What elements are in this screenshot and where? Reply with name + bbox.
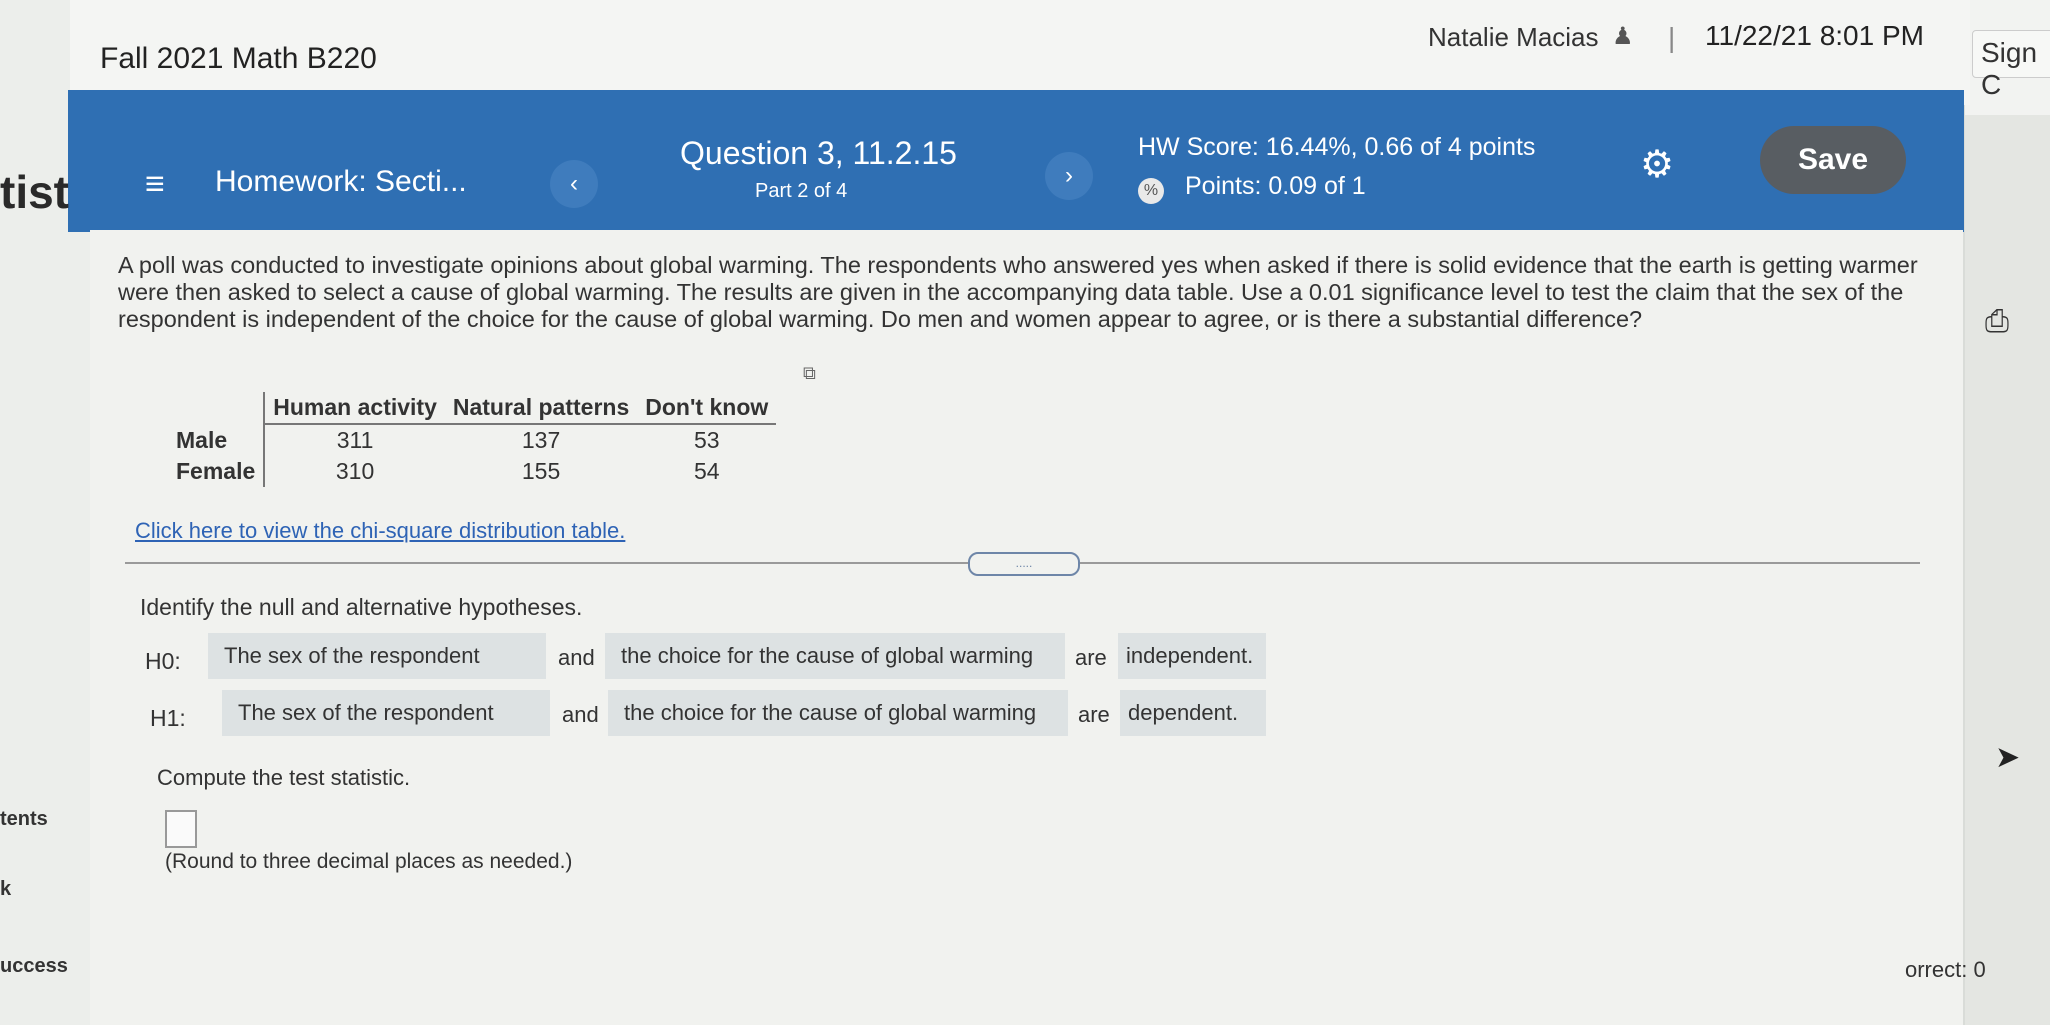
table-header-cell: Human activity	[264, 392, 445, 425]
divider-drag-handle[interactable]: .....	[968, 552, 1080, 576]
table-header-cell: Natural patterns	[444, 392, 638, 425]
background-text-success: uccess	[0, 955, 68, 977]
user-name: Natalie Macias	[1428, 22, 1599, 52]
gear-icon[interactable]: ⚙	[1640, 142, 1674, 187]
user-icon: ♟	[1612, 23, 1634, 50]
question-content-panel	[90, 230, 1963, 1025]
chi-square-table-link[interactable]: Click here to view the chi-square distri…	[135, 518, 625, 544]
question-text: A poll was conducted to investigate opin…	[118, 252, 1918, 332]
compute-instruction: Compute the test statistic.	[157, 765, 411, 790]
h1-and-text: and	[562, 702, 599, 727]
table-cell: 311	[336, 427, 374, 453]
table-cell: 310	[335, 458, 375, 484]
background-text-k: k	[0, 878, 12, 900]
h1-are-text: are	[1078, 702, 1110, 727]
table-header-row: Human activity Natural patterns Don't kn…	[168, 392, 777, 425]
save-button[interactable]: Save	[1760, 126, 1906, 194]
sign-out-button[interactable]: Sign C	[1972, 30, 2050, 100]
next-question-button[interactable]: ›	[1045, 152, 1093, 200]
course-title[interactable]: Fall 2021 Math B220	[100, 42, 377, 76]
background-text-contents: tents	[0, 808, 48, 830]
data-table: Human activity Natural patterns Don't kn…	[168, 392, 777, 487]
hamburger-icon[interactable]: ≡	[145, 165, 165, 204]
homework-title[interactable]: Homework: Secti...	[215, 165, 467, 199]
copy-icon[interactable]: ⧉	[803, 363, 816, 384]
topbar-divider: |	[1668, 22, 1676, 53]
question-title: Question 3, 11.2.15	[680, 135, 957, 171]
table-cell: 53	[693, 427, 720, 453]
h0-are-text: are	[1075, 645, 1107, 670]
test-statistic-input[interactable]	[165, 810, 197, 848]
correct-count: orrect: 0	[1905, 957, 1986, 982]
question-points: Points: 0.09 of 1	[1185, 172, 1366, 200]
question-part: Part 2 of 4	[755, 180, 848, 202]
h0-subject-select[interactable]: The sex of the respondent	[208, 633, 546, 679]
table-row-label: Male	[168, 424, 266, 456]
h1-subject-select[interactable]: The sex of the respondent	[222, 690, 550, 736]
h1-relation-select[interactable]: dependent.	[1120, 690, 1266, 736]
h0-label: H0:	[145, 648, 181, 674]
mouse-cursor-icon: ➤	[1995, 741, 2021, 774]
background-window-right	[1965, 0, 2050, 1025]
h1-label: H1:	[150, 705, 186, 731]
table-header-cell: Don't know	[637, 392, 777, 425]
h1-object-select[interactable]: the choice for the cause of global warmi…	[608, 690, 1068, 736]
rounding-note: (Round to three decimal places as needed…	[165, 850, 573, 873]
table-row: Male 311 137 53	[168, 424, 776, 456]
hypotheses-instruction: Identify the null and alternative hypoth…	[140, 594, 583, 620]
h0-relation-select[interactable]: independent.	[1118, 633, 1266, 679]
h0-object-select[interactable]: the choice for the cause of global warmi…	[605, 633, 1065, 679]
table-cell: 155	[521, 458, 561, 484]
homework-header	[68, 90, 1964, 232]
background-side-text: tist	[0, 166, 69, 218]
previous-question-button[interactable]: ‹	[550, 160, 598, 208]
h0-and-text: and	[558, 645, 595, 670]
print-icon[interactable]: ⎙	[1985, 305, 2009, 339]
table-row-label: Female	[168, 456, 266, 487]
table-cell: 137	[521, 427, 561, 453]
table-corner	[168, 392, 266, 424]
partial-credit-icon: %	[1138, 178, 1164, 204]
hw-score: HW Score: 16.44%, 0.66 of 4 points	[1138, 133, 1536, 161]
datetime: 11/22/21 8:01 PM	[1705, 20, 1924, 51]
table-cell: 54	[693, 458, 720, 484]
table-row: Female 310 155 54	[168, 456, 776, 487]
